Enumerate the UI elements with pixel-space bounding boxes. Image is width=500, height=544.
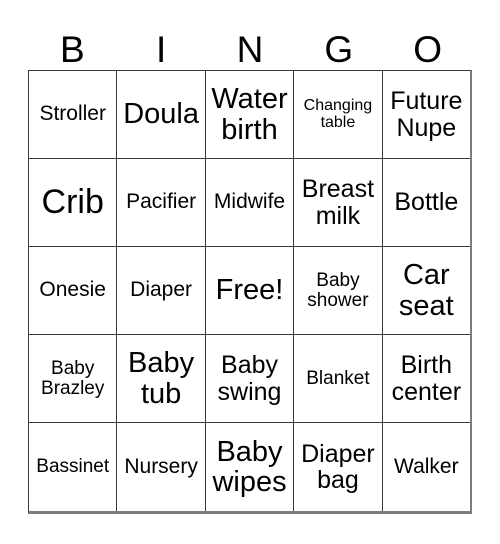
bingo-cell-label: Onesie xyxy=(39,278,106,302)
bingo-cell[interactable]: Walker xyxy=(382,423,471,511)
bingo-cell[interactable]: Stroller xyxy=(29,71,118,159)
header-letter-g: G xyxy=(324,29,354,70)
bingo-cell[interactable]: Car seat xyxy=(382,247,471,335)
bingo-cell-label: Midwife xyxy=(213,190,286,214)
bingo-cell[interactable]: Water birth xyxy=(205,71,295,159)
bingo-cell-label: Bottle xyxy=(394,188,459,217)
bingo-cell[interactable]: Changing table xyxy=(294,71,383,159)
bingo-cell-label: Baby tub xyxy=(128,347,195,410)
bingo-cell[interactable]: Bottle xyxy=(382,159,471,247)
bingo-cell-label: Nursery xyxy=(124,454,198,478)
bingo-row: Crib Pacifier Midwife Breast milk Bottle xyxy=(29,159,471,247)
bingo-cell-label: Diaper bag xyxy=(301,439,375,494)
bingo-cell-label: Doula xyxy=(123,98,199,131)
bingo-cell-label: Baby shower xyxy=(307,269,369,311)
bingo-cell[interactable]: Doula xyxy=(117,71,206,159)
bingo-cell[interactable]: Crib xyxy=(29,159,118,247)
bingo-row: Baby Brazley Baby tub Baby swing Blanket… xyxy=(29,335,471,423)
bingo-grid: Stroller Doula Water birth Changing tabl… xyxy=(28,70,472,514)
bingo-cell-label: Breast milk xyxy=(301,175,375,230)
bingo-cell[interactable]: Breast milk xyxy=(294,159,383,247)
bingo-cell[interactable]: Nursery xyxy=(117,423,206,511)
bingo-cell[interactable]: Baby wipes xyxy=(205,423,295,511)
bingo-cell-label: Bassinet xyxy=(36,456,110,478)
bingo-cell-label: Stroller xyxy=(39,102,106,126)
bingo-cell[interactable]: Birth center xyxy=(382,335,471,423)
bingo-cell-label: Walker xyxy=(394,454,459,478)
bingo-cell[interactable]: Diaper xyxy=(117,247,206,335)
bingo-row: Onesie Diaper Free! Baby shower Car seat xyxy=(29,247,471,335)
bingo-cell-label: Blanket xyxy=(306,367,370,389)
bingo-cell-label: Baby wipes xyxy=(212,435,287,498)
bingo-row: Bassinet Nursery Baby wipes Diaper bag W… xyxy=(29,423,471,511)
bingo-cell[interactable]: Midwife xyxy=(205,159,295,247)
bingo-cell[interactable]: Diaper bag xyxy=(294,423,383,511)
bingo-cell-label: Changing table xyxy=(303,96,373,131)
bingo-cell-label: Crib xyxy=(41,182,104,221)
bingo-cell-label: Water birth xyxy=(211,83,288,146)
bingo-cell-label: Baby Brazley xyxy=(41,357,105,399)
bingo-cell[interactable]: Onesie xyxy=(29,247,118,335)
bingo-cell[interactable]: Baby swing xyxy=(205,335,295,423)
bingo-card: B I N G O Stroller Doula Water birth Cha… xyxy=(0,0,500,544)
bingo-cell-free[interactable]: Free! xyxy=(205,247,295,335)
bingo-header: B I N G O xyxy=(28,12,472,70)
bingo-cell-label: Free! xyxy=(215,274,284,307)
bingo-cell[interactable]: Bassinet xyxy=(29,423,118,511)
bingo-cell[interactable]: Pacifier xyxy=(117,159,206,247)
bingo-cell-label: Pacifier xyxy=(126,190,197,214)
header-letter-b: B xyxy=(60,29,85,70)
header-letter-i: I xyxy=(156,29,167,70)
bingo-cell[interactable]: Baby Brazley xyxy=(29,335,118,423)
bingo-cell-label: Car seat xyxy=(398,259,454,322)
bingo-cell[interactable]: Future Nupe xyxy=(382,71,471,159)
bingo-row: Stroller Doula Water birth Changing tabl… xyxy=(29,71,471,159)
bingo-cell-label: Baby swing xyxy=(217,351,282,406)
bingo-cell-label: Future Nupe xyxy=(390,87,463,142)
bingo-cell[interactable]: Baby shower xyxy=(294,247,383,335)
header-letter-o: O xyxy=(413,29,442,70)
bingo-cell-label: Birth center xyxy=(391,351,462,406)
bingo-cell[interactable]: Baby tub xyxy=(117,335,206,423)
bingo-cell[interactable]: Blanket xyxy=(294,335,383,423)
header-letter-n: N xyxy=(236,29,264,70)
bingo-cell-label: Diaper xyxy=(130,278,193,302)
